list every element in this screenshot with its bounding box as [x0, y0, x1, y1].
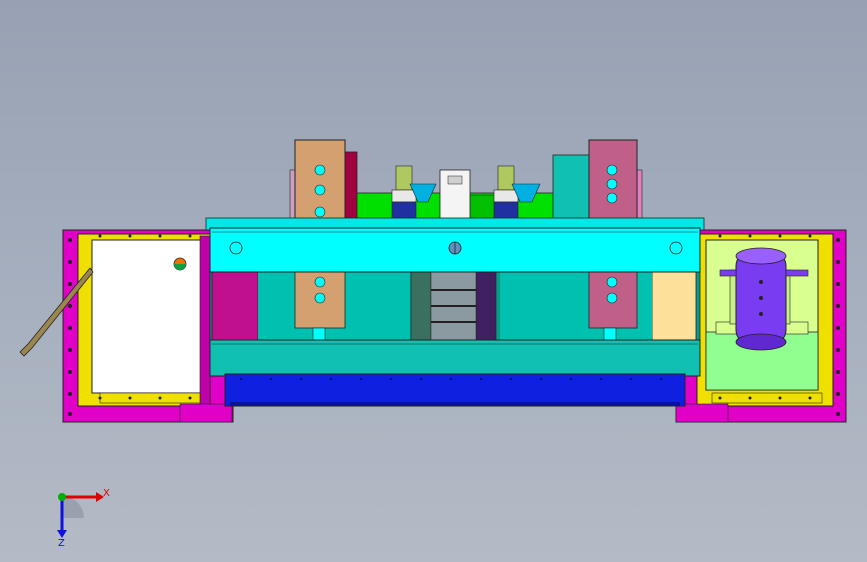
upper-assembly	[289, 139, 643, 227]
blue-conveyor-tray	[224, 373, 686, 407]
control-cabinet-door	[91, 239, 205, 394]
coordinate-triad-icon[interactable]: X Z	[57, 488, 110, 549]
upper-cross-beam	[205, 217, 705, 273]
middle-frame	[209, 271, 701, 343]
machine-assembly-drawing: X Z	[19, 139, 847, 549]
axis-z-label: Z	[58, 538, 65, 549]
right-side-frame	[675, 229, 847, 423]
cad-viewport[interactable]: X Z	[0, 0, 867, 562]
left-side-frame	[19, 229, 234, 423]
lower-cross-beam	[209, 339, 701, 377]
axis-x-label: X	[103, 488, 110, 499]
indicator-lamp-icon	[173, 257, 187, 271]
